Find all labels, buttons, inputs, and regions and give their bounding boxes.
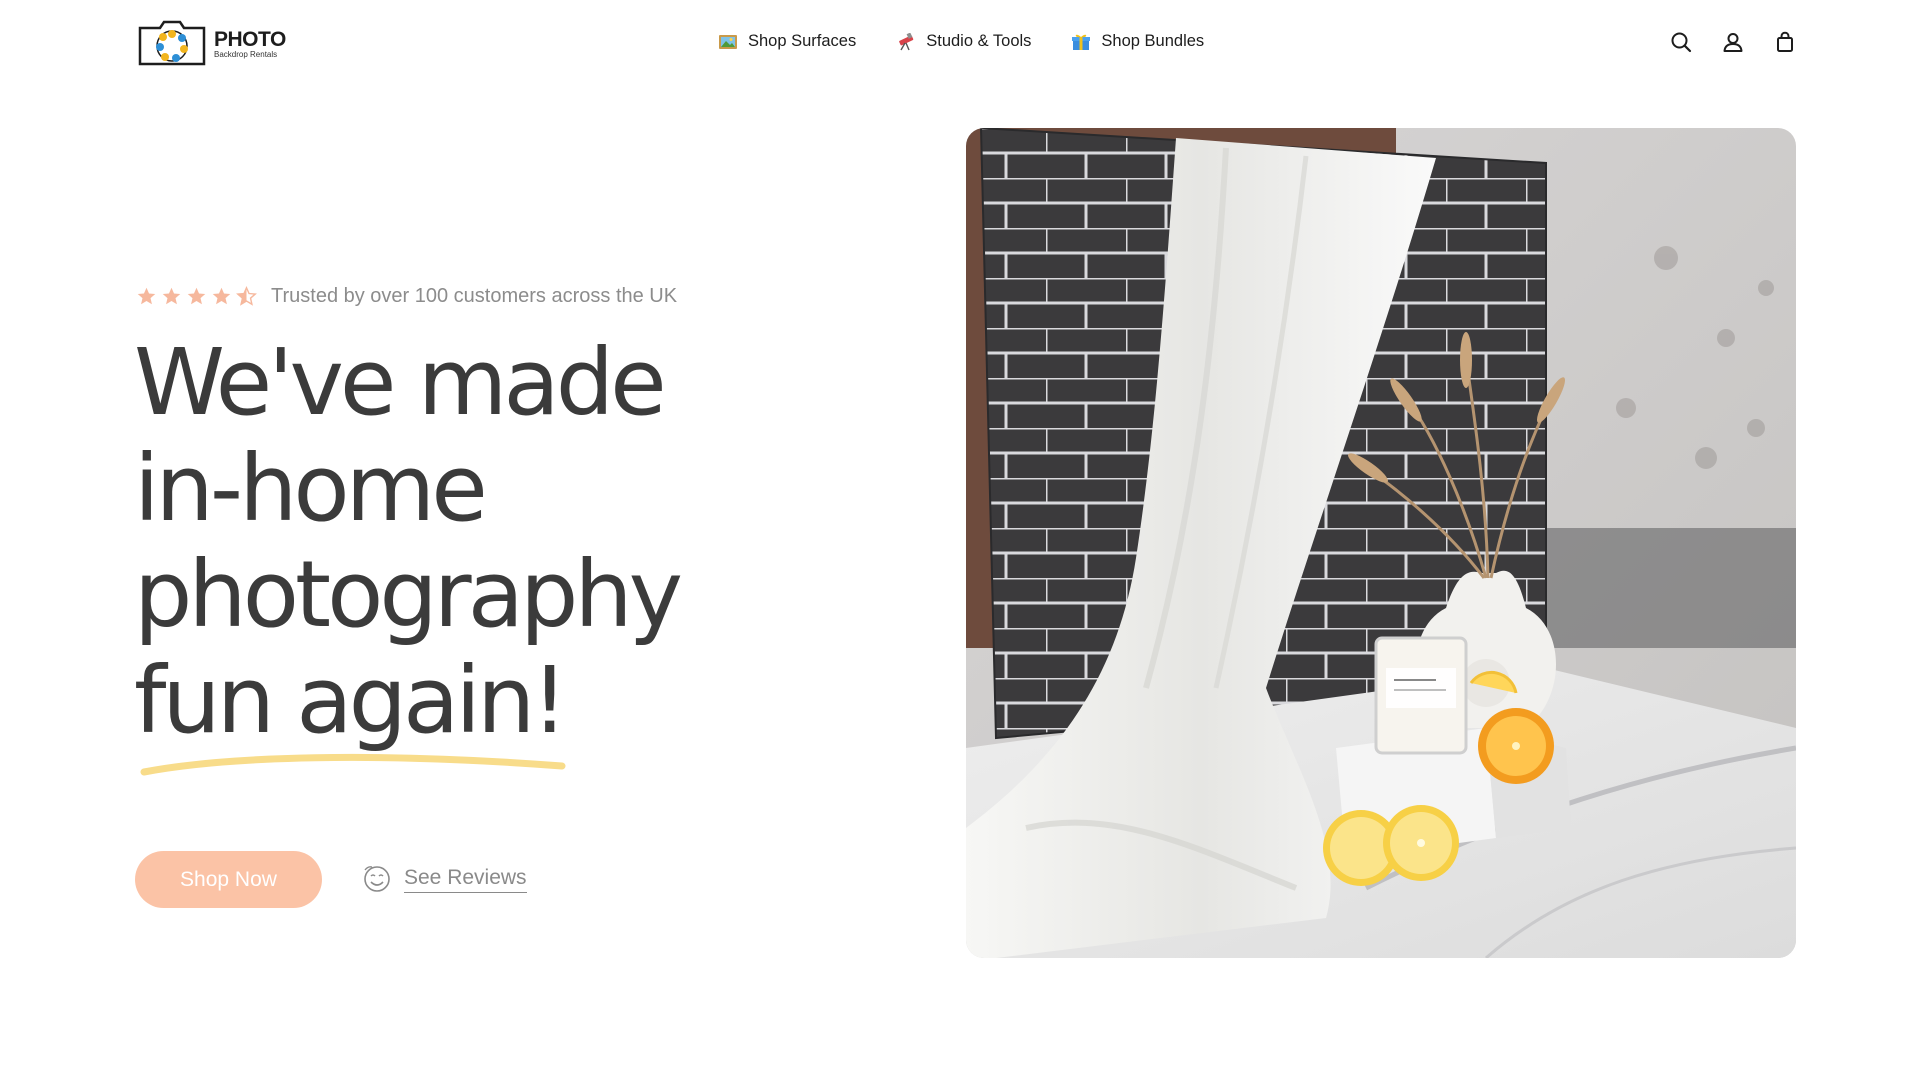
framed-picture-icon xyxy=(719,34,737,49)
nav-label: Studio & Tools xyxy=(926,32,1032,50)
hero-product-photo xyxy=(966,128,1796,958)
shop-now-button[interactable]: Shop Now xyxy=(135,851,322,908)
headline-line: We've made xyxy=(134,329,667,436)
account-icon[interactable] xyxy=(1722,31,1744,53)
star-icon xyxy=(137,287,156,305)
main-nav: Shop Surfaces Studio & Tools Shop Bundle… xyxy=(718,32,1204,51)
nav-label: Shop Surfaces xyxy=(748,32,857,50)
gift-icon xyxy=(1072,34,1091,50)
star-icon xyxy=(212,287,231,305)
star-rating xyxy=(136,286,257,307)
headline-underline xyxy=(140,753,566,776)
logo[interactable]: PHOTO Backdrop Rentals xyxy=(136,20,286,68)
headline-line: photography xyxy=(134,541,683,648)
telescope-icon xyxy=(899,32,914,50)
logo-title: PHOTO xyxy=(214,28,286,51)
hero-headline: We've made in-home photography fun again… xyxy=(134,330,774,754)
search-icon[interactable] xyxy=(1670,31,1692,53)
shopping-bag-icon[interactable] xyxy=(1774,31,1796,53)
rating-row: Trusted by over 100 customers across the… xyxy=(136,285,677,308)
nav-item-studio-tools[interactable]: Studio & Tools xyxy=(896,32,1031,51)
backdrop-scene-illustration xyxy=(966,128,1796,958)
header-actions xyxy=(1670,31,1796,53)
half-star-icon xyxy=(236,286,257,306)
nav-label: Shop Bundles xyxy=(1101,32,1205,50)
camera-logo-icon xyxy=(138,20,206,66)
smiling-face-icon xyxy=(364,866,390,892)
see-reviews-link[interactable]: See Reviews xyxy=(362,864,527,894)
star-icon xyxy=(162,287,181,305)
see-reviews-label: See Reviews xyxy=(404,866,527,893)
headline-line: in-home xyxy=(134,435,488,542)
rating-text: Trusted by over 100 customers across the… xyxy=(271,285,678,307)
star-icon xyxy=(187,287,206,305)
logo-subtitle: Backdrop Rentals xyxy=(214,50,278,59)
nav-item-shop-surfaces[interactable]: Shop Surfaces xyxy=(718,32,856,51)
nav-item-shop-bundles[interactable]: Shop Bundles xyxy=(1071,32,1204,51)
logo-text: PHOTO Backdrop Rentals xyxy=(214,29,286,59)
headline-line: fun again! xyxy=(134,647,568,754)
site-header: PHOTO Backdrop Rentals Shop Surfaces Stu… xyxy=(0,0,1920,90)
